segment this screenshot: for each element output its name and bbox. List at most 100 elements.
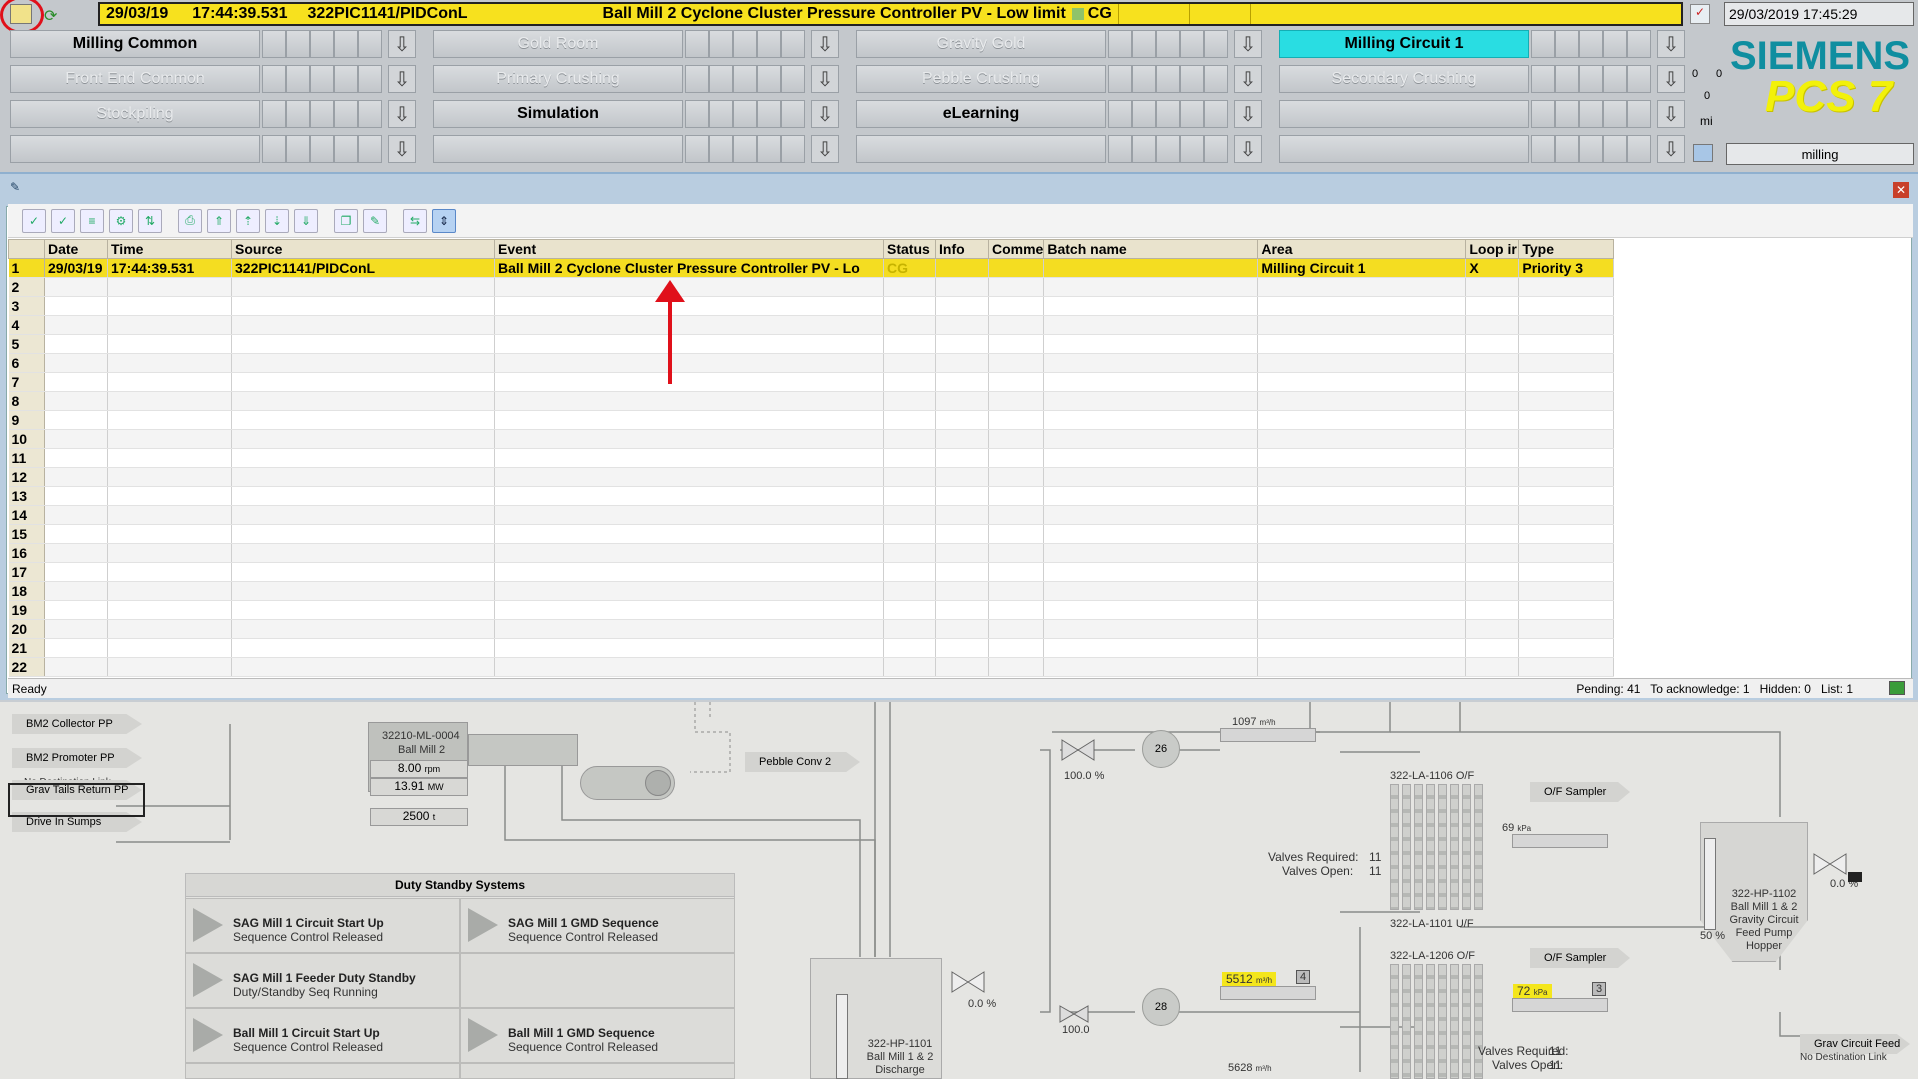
- tag-bm2-collector-pp[interactable]: BM2 Collector PP: [12, 714, 142, 734]
- nav-dropdown-arrow-icon[interactable]: ⇩: [811, 30, 839, 58]
- table-row[interactable]: 13: [8, 486, 1618, 506]
- table-row[interactable]: 14: [8, 505, 1618, 525]
- play-icon[interactable]: [193, 1018, 223, 1052]
- valve-icon[interactable]: [1058, 1004, 1090, 1024]
- toolbar-button-icon-1[interactable]: ✓: [22, 208, 46, 233]
- nav-button-empty-3-0[interactable]: [10, 135, 260, 163]
- column-header-batch-name[interactable]: Batch name: [1043, 239, 1259, 259]
- table-row[interactable]: 7: [8, 372, 1618, 392]
- acknowledge-icon[interactable]: ✓: [1690, 4, 1710, 24]
- play-icon[interactable]: [468, 1018, 498, 1052]
- nav-dropdown-arrow-icon[interactable]: ⇩: [811, 65, 839, 93]
- nav-button-empty-2-3[interactable]: [1279, 100, 1529, 128]
- toolbar-button-icon-13[interactable]: ⇆: [403, 208, 427, 233]
- play-icon[interactable]: [193, 963, 223, 997]
- table-row[interactable]: 11: [8, 448, 1618, 468]
- column-header-status[interactable]: Status: [883, 239, 936, 259]
- nav-dropdown-arrow-icon[interactable]: ⇩: [388, 65, 416, 93]
- nav-button-secondary-crushing-1-3[interactable]: Secondary Crushing: [1279, 65, 1529, 93]
- table-row[interactable]: 10: [8, 429, 1618, 449]
- table-row[interactable]: 19: [8, 600, 1618, 620]
- table-row[interactable]: 16: [8, 543, 1618, 563]
- nav-dropdown-arrow-icon[interactable]: ⇩: [388, 135, 416, 163]
- table-row[interactable]: 3: [8, 296, 1618, 316]
- nav-dropdown-arrow-icon[interactable]: ⇩: [1234, 100, 1262, 128]
- nav-dropdown-arrow-icon[interactable]: ⇩: [1657, 30, 1685, 58]
- table-row[interactable]: 5: [8, 334, 1618, 354]
- pump-icon[interactable]: 26: [1142, 730, 1180, 768]
- tag-o-f-sampler[interactable]: O/F Sampler: [1530, 948, 1630, 968]
- column-header-date[interactable]: Date: [44, 239, 108, 259]
- column-header-type[interactable]: Type: [1518, 239, 1615, 259]
- nav-button-milling-common-0-0[interactable]: Milling Common: [10, 30, 260, 58]
- table-row[interactable]: 4: [8, 315, 1618, 335]
- column-header-source[interactable]: Source: [231, 239, 495, 259]
- nav-dropdown-arrow-icon[interactable]: ⇩: [1657, 65, 1685, 93]
- nav-button-milling-circuit-1-0-3[interactable]: Milling Circuit 1: [1279, 30, 1529, 58]
- nav-dropdown-arrow-icon[interactable]: ⇩: [1657, 135, 1685, 163]
- table-row[interactable]: 18: [8, 581, 1618, 601]
- nav-dropdown-arrow-icon[interactable]: ⇩: [388, 30, 416, 58]
- toolbar-button-icon-12[interactable]: ✎: [363, 208, 387, 233]
- table-row[interactable]: 8: [8, 391, 1618, 411]
- nav-dropdown-arrow-icon[interactable]: ⇩: [388, 100, 416, 128]
- nav-button-elearning-2-2[interactable]: eLearning: [856, 100, 1106, 128]
- table-row[interactable]: 2: [8, 277, 1618, 297]
- toolbar-button-icon-7[interactable]: ⇑: [207, 208, 231, 233]
- nav-button-front-end-common-1-0[interactable]: Front End Common: [10, 65, 260, 93]
- tag-grav-circuit-feed[interactable]: Grav Circuit Feed: [1800, 1034, 1910, 1054]
- table-row[interactable]: 12: [8, 467, 1618, 487]
- toolbar-button-icon-10[interactable]: ⇓: [294, 208, 318, 233]
- nav-button-empty-3-3[interactable]: [1279, 135, 1529, 163]
- toolbar-button-icon-4[interactable]: ⚙: [109, 208, 133, 233]
- nav-button-empty-3-2[interactable]: [856, 135, 1106, 163]
- play-icon[interactable]: [193, 908, 223, 942]
- nav-dropdown-arrow-icon[interactable]: ⇩: [811, 100, 839, 128]
- nav-dropdown-arrow-icon[interactable]: ⇩: [1657, 100, 1685, 128]
- nav-button-simulation-2-1[interactable]: Simulation: [433, 100, 683, 128]
- nav-dropdown-arrow-icon[interactable]: ⇩: [1234, 65, 1262, 93]
- table-row[interactable]: 21: [8, 638, 1618, 658]
- toolbar-button-icon-11[interactable]: ❐: [334, 208, 358, 233]
- toolbar-button-icon-2[interactable]: ✓: [51, 208, 75, 233]
- nav-dropdown-arrow-icon[interactable]: ⇩: [1234, 135, 1262, 163]
- screen-icon[interactable]: [1693, 144, 1713, 162]
- toolbar-button-icon-9[interactable]: ⇣: [265, 208, 289, 233]
- tag-pebble-conv-2[interactable]: Pebble Conv 2: [745, 752, 860, 772]
- toolbar-button-icon-14[interactable]: ⇕: [432, 208, 456, 233]
- table-row[interactable]: 6: [8, 353, 1618, 373]
- table-row[interactable]: 20: [8, 619, 1618, 639]
- column-header-time[interactable]: Time: [107, 239, 232, 259]
- toolbar-button-icon-3[interactable]: ≡: [80, 208, 104, 233]
- table-row[interactable]: 17: [8, 562, 1618, 582]
- tag-o-f-sampler[interactable]: O/F Sampler: [1530, 782, 1630, 802]
- toolbar-button-icon-5[interactable]: ⇅: [138, 208, 162, 233]
- close-icon[interactable]: ✕: [1893, 182, 1909, 198]
- table-row[interactable]: 22: [8, 657, 1618, 677]
- valve-icon[interactable]: [950, 970, 986, 994]
- table-row[interactable]: 15: [8, 524, 1618, 544]
- tag-bm2-promoter-pp[interactable]: BM2 Promoter PP: [12, 748, 142, 768]
- pump-icon[interactable]: 28: [1142, 988, 1180, 1026]
- duty-cell[interactable]: [185, 1063, 460, 1079]
- nav-button-primary-crushing-1-1[interactable]: Primary Crushing: [433, 65, 683, 93]
- column-header-loop-ir[interactable]: Loop ir: [1465, 239, 1520, 259]
- duty-cell[interactable]: [460, 1063, 735, 1079]
- pin-icon[interactable]: ✎: [10, 180, 20, 194]
- nav-dropdown-arrow-icon[interactable]: ⇩: [1234, 30, 1262, 58]
- table-row[interactable]: 9: [8, 410, 1618, 430]
- nav-button-empty-3-1[interactable]: [433, 135, 683, 163]
- column-header-comme[interactable]: Comme: [987, 239, 1045, 259]
- valve-icon[interactable]: [1060, 738, 1096, 762]
- nav-button-gold-room-0-1[interactable]: Gold Room: [433, 30, 683, 58]
- column-header-event[interactable]: Event: [494, 239, 884, 259]
- toolbar-button-icon-6[interactable]: ⎙: [178, 208, 202, 233]
- nav-button-pebble-crushing-1-2[interactable]: Pebble Crushing: [856, 65, 1106, 93]
- nav-button-stockpiling-2-0[interactable]: Stockpiling: [10, 100, 260, 128]
- play-icon[interactable]: [468, 908, 498, 942]
- column-header-info[interactable]: Info: [935, 239, 989, 259]
- toolbar-button-icon-8[interactable]: ⇡: [236, 208, 260, 233]
- nav-button-gravity-gold-0-2[interactable]: Gravity Gold: [856, 30, 1106, 58]
- valve-icon[interactable]: [1812, 852, 1848, 876]
- table-row[interactable]: 1 29/03/19 17:44:39.531 322PIC1141/PIDConL B…: [8, 258, 1618, 278]
